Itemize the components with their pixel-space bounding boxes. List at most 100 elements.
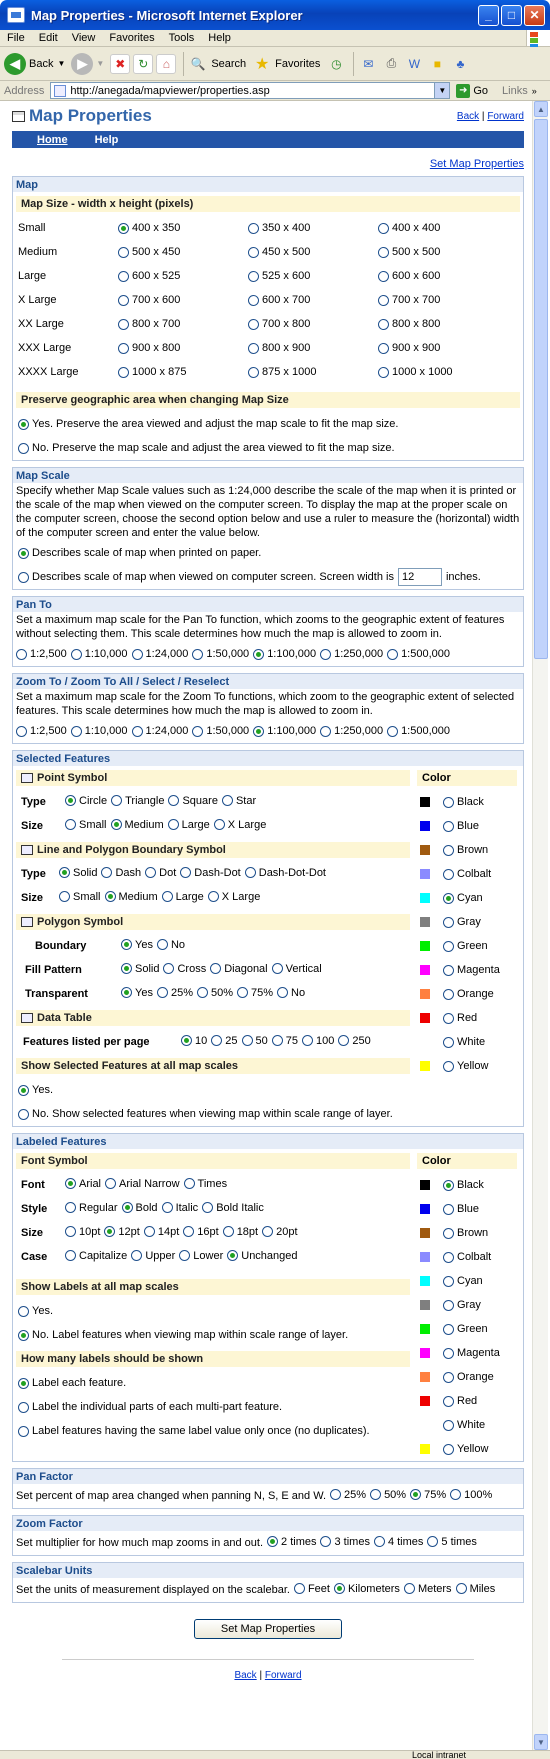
radio-button[interactable] [443,1395,454,1407]
color-radio[interactable]: Cyan [443,892,483,904]
radio-option[interactable]: Arial [65,1178,101,1190]
radio-button[interactable] [455,1583,467,1595]
radio-option[interactable]: No [156,939,185,951]
radio-button[interactable] [227,1250,239,1262]
radio-button[interactable] [241,1035,253,1047]
radio-button[interactable] [338,1035,350,1047]
color-option[interactable]: Green [417,934,517,958]
nav-home[interactable]: Home [37,134,68,146]
radio-button[interactable] [196,987,208,999]
radio-button[interactable] [118,270,129,282]
nav-help[interactable]: Help [95,134,119,146]
color-radio[interactable]: Green [443,940,488,952]
color-radio[interactable]: Black [443,1179,484,1191]
color-option[interactable]: Magenta [417,1341,517,1365]
radio-option[interactable]: Bold [121,1202,158,1214]
radio-button[interactable] [443,796,454,808]
color-option[interactable]: White [417,1030,517,1054]
radio-button[interactable] [70,725,82,737]
radio-button[interactable] [18,1401,29,1413]
radio-button[interactable] [248,270,259,282]
home-icon[interactable]: ⌂ [156,53,177,74]
color-radio[interactable]: Red [443,1395,477,1407]
radio-option[interactable]: Yes [121,987,153,999]
radio-button[interactable] [443,1179,454,1191]
radio-button[interactable] [378,318,389,330]
size-option[interactable]: 350 x 400 [248,222,378,234]
color-radio[interactable]: Green [443,1323,488,1335]
radio-option[interactable]: Vertical [271,963,322,975]
color-radio[interactable]: Yellow [443,1060,488,1072]
radio-option[interactable]: Solid [59,867,97,879]
radio-option[interactable]: 100 [302,1035,334,1047]
radio-button[interactable] [105,1178,117,1190]
size-option[interactable]: 1000 x 1000 [378,366,508,378]
size-option[interactable]: 700 x 700 [378,294,508,306]
size-radio[interactable]: 700 x 700 [378,294,440,306]
radio-button[interactable] [183,1226,195,1238]
radio-option[interactable]: Solid [121,963,159,975]
radio-button[interactable] [65,819,76,831]
radio-option[interactable]: Medium [104,891,158,903]
radio-option[interactable]: 1:100,000 [253,725,316,737]
size-option[interactable]: 400 x 400 [378,222,508,234]
radio-button[interactable] [131,1250,143,1262]
radio-button[interactable] [65,1202,76,1214]
radio-option[interactable]: 25 [211,1035,238,1047]
radio-button[interactable] [443,1012,454,1024]
radio-option[interactable]: 50% [196,987,233,999]
radio-button[interactable] [143,1226,155,1238]
radio-option[interactable]: 1:500,000 [387,725,450,737]
radio-button[interactable] [443,892,454,904]
radio-option[interactable]: 1:250,000 [320,648,383,660]
radio-button[interactable] [443,844,454,856]
color-option[interactable]: Black [417,790,517,814]
messenger-icon[interactable]: ♣ [450,54,470,74]
size-radio[interactable]: 500 x 450 [118,246,180,258]
size-option[interactable]: 1000 x 875 [118,366,248,378]
scroll-thumb[interactable] [534,119,548,659]
size-option[interactable]: 800 x 900 [248,342,378,354]
set-map-properties-button[interactable]: Set Map Properties [194,1619,342,1639]
size-option[interactable]: 700 x 600 [118,294,248,306]
radio-button[interactable] [118,246,129,258]
size-radio[interactable]: 900 x 800 [118,342,180,354]
history-icon[interactable]: ◷ [326,54,346,74]
color-radio[interactable]: Gray [443,916,481,928]
size-radio[interactable]: 400 x 350 [118,222,180,234]
radio-button[interactable] [330,1489,342,1501]
radio-button[interactable] [18,547,29,559]
radio-button[interactable] [248,246,259,258]
size-option[interactable]: 500 x 500 [378,246,508,258]
size-option[interactable]: 400 x 350 [118,222,248,234]
scroll-down-icon[interactable]: ▼ [534,1734,548,1750]
radio-option[interactable]: Circle [65,795,107,807]
search-button[interactable]: 🔍 Search [188,54,246,74]
radio-button[interactable] [443,1323,454,1335]
menu-help[interactable]: Help [201,32,238,44]
radio-option[interactable]: 1:50,000 [192,725,249,737]
radio-button[interactable] [156,987,168,999]
radio-button[interactable] [450,1489,462,1501]
radio-option[interactable]: 1:2,500 [16,725,67,737]
radio-button[interactable] [320,648,332,660]
color-option[interactable]: Colbalt [417,1245,517,1269]
radio-button[interactable] [180,867,192,879]
radio-button[interactable] [118,222,129,234]
radio-option[interactable]: 2 times [267,1536,316,1548]
size-radio[interactable]: 400 x 400 [378,222,440,234]
radio-button[interactable] [387,648,399,660]
size-radio[interactable]: 700 x 600 [118,294,180,306]
radio-button[interactable] [167,819,179,831]
stop-icon[interactable]: ✖ [110,53,131,74]
menu-view[interactable]: View [65,32,103,44]
radio-option[interactable]: 5 times [427,1536,477,1548]
radio-option[interactable]: 1:24,000 [131,725,188,737]
show-selected-yes-option[interactable]: Yes. [13,1078,413,1102]
radio-option[interactable]: No [277,987,305,999]
radio-option[interactable]: Medium [110,819,164,831]
color-radio[interactable]: Black [443,796,484,808]
color-radio[interactable]: White [443,1419,485,1431]
radio-button[interactable] [161,891,173,903]
radio-option[interactable]: 250 [338,1035,371,1047]
